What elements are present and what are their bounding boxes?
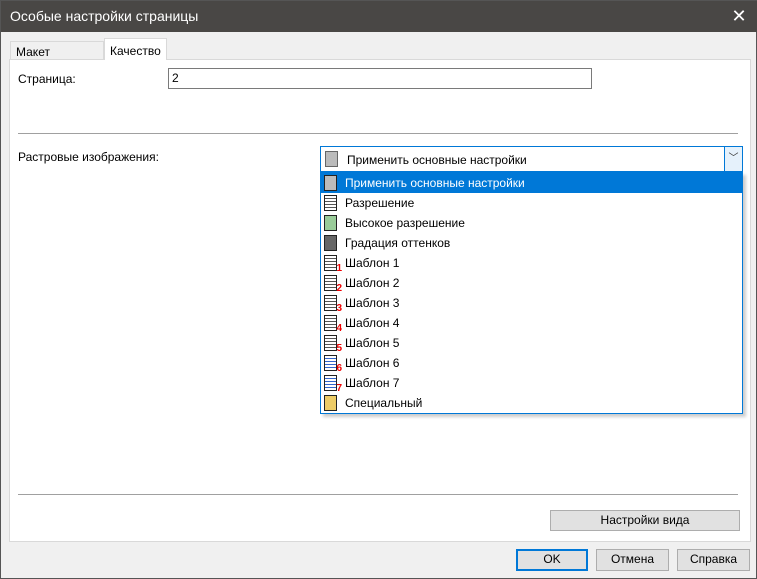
help-button[interactable]: Справка bbox=[677, 549, 750, 571]
dropdown-option[interactable]: Градация оттенков bbox=[321, 233, 742, 253]
divider bbox=[18, 133, 738, 134]
printer-icon bbox=[324, 175, 337, 191]
page-input[interactable]: 2 bbox=[168, 68, 592, 89]
option-label: Высокое разрешение bbox=[345, 216, 465, 230]
cancel-button[interactable]: Отмена bbox=[596, 549, 669, 571]
dropdown-option[interactable]: Специальный bbox=[321, 393, 742, 413]
custom-icon bbox=[324, 395, 337, 411]
option-label: Шаблон 4 bbox=[345, 316, 400, 330]
tab-page-layout[interactable]: Макет страницы bbox=[10, 41, 104, 73]
dropdown-option[interactable]: 5 Шаблон 5 bbox=[321, 333, 742, 354]
template-icon: 1 bbox=[324, 255, 342, 274]
option-label: Шаблон 2 bbox=[345, 276, 400, 290]
option-label: Шаблон 3 bbox=[345, 296, 400, 310]
dropdown-option[interactable]: Высокое разрешение bbox=[321, 213, 742, 233]
view-settings-button[interactable]: Настройки вида bbox=[550, 510, 740, 531]
option-label: Разрешение bbox=[345, 196, 415, 210]
dropdown-option[interactable]: 7 Шаблон 7 bbox=[321, 373, 742, 394]
dropdown-option[interactable]: Применить основные настройки bbox=[321, 173, 742, 193]
combobox-value: Применить основные настройки bbox=[347, 153, 527, 167]
option-label: Применить основные настройки bbox=[345, 176, 525, 190]
high-resolution-icon bbox=[324, 215, 337, 231]
template-icon: 3 bbox=[324, 295, 342, 314]
title-bar: Особые настройки страницы ✕ bbox=[1, 1, 757, 32]
option-label: Специальный bbox=[345, 396, 423, 410]
option-label: Градация оттенков bbox=[345, 236, 451, 250]
resolution-icon bbox=[324, 195, 337, 211]
dropdown-option[interactable]: 2 Шаблон 2 bbox=[321, 273, 742, 294]
tab-quality[interactable]: Качество bbox=[104, 38, 167, 60]
dropdown-option[interactable]: 6 Шаблон 6 bbox=[321, 353, 742, 374]
window-title: Особые настройки страницы bbox=[10, 8, 199, 24]
raster-label: Растровые изображения: bbox=[18, 150, 159, 164]
template-icon: 2 bbox=[324, 275, 342, 294]
ok-button[interactable]: OK bbox=[516, 549, 588, 571]
template-icon: 4 bbox=[324, 315, 342, 334]
dropdown-option[interactable]: 1 Шаблон 1 bbox=[321, 253, 742, 274]
divider bbox=[18, 494, 738, 495]
printer-icon bbox=[325, 151, 338, 167]
raster-dropdown-list: Применить основные настройки Разрешение Вы… bbox=[320, 172, 743, 414]
option-label: Шаблон 1 bbox=[345, 256, 400, 270]
dropdown-option[interactable]: Разрешение bbox=[321, 193, 742, 213]
chevron-down-icon[interactable]: ﹀ bbox=[724, 147, 742, 171]
page-label: Страница: bbox=[18, 72, 76, 86]
dropdown-option[interactable]: 4 Шаблон 4 bbox=[321, 313, 742, 334]
dropdown-option[interactable]: 3 Шаблон 3 bbox=[321, 293, 742, 314]
template-icon: 7 bbox=[324, 375, 342, 394]
option-label: Шаблон 5 bbox=[345, 336, 400, 350]
close-icon[interactable]: ✕ bbox=[728, 5, 750, 27]
raster-combobox[interactable]: Применить основные настройки ﹀ bbox=[320, 146, 743, 172]
option-label: Шаблон 6 bbox=[345, 356, 400, 370]
template-icon: 6 bbox=[324, 355, 342, 374]
option-label: Шаблон 7 bbox=[345, 376, 400, 390]
grayscale-icon bbox=[324, 235, 337, 251]
template-icon: 5 bbox=[324, 335, 342, 354]
